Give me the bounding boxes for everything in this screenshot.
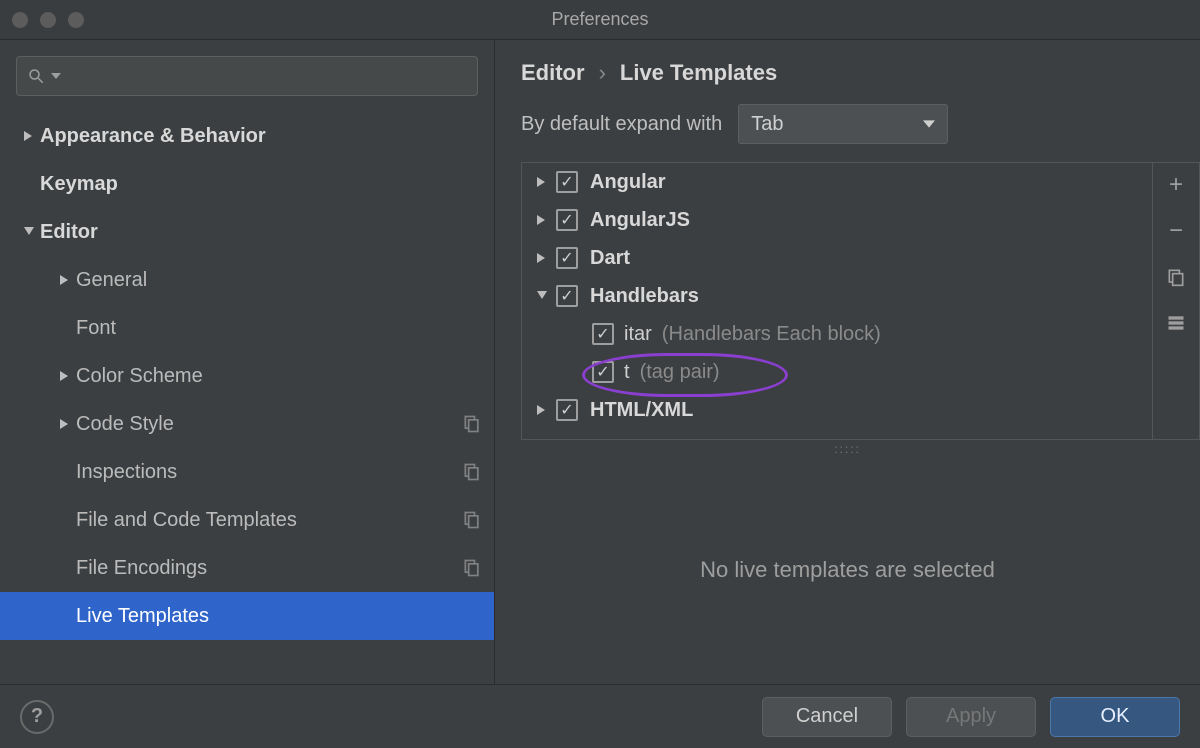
sidebar-item-editor[interactable]: Editor [0, 208, 494, 256]
chevron-right-icon [54, 419, 76, 429]
expand-with-value: Tab [751, 113, 783, 136]
window-controls [12, 12, 84, 28]
breadcrumb: Editor › Live Templates [495, 40, 1200, 96]
preferences-sidebar: Appearance & Behavior Keymap Editor General… [0, 40, 495, 684]
detail-empty-message: No live templates are selected [495, 456, 1200, 684]
sidebar-item-label: Live Templates [76, 605, 482, 628]
cancel-button[interactable]: Cancel [762, 697, 892, 737]
sidebar-item-label: Color Scheme [76, 365, 482, 388]
scheme-icon [462, 414, 482, 434]
search-icon [27, 67, 45, 85]
sidebar-item-label: Inspections [76, 461, 462, 484]
sidebar-item-label: General [76, 269, 482, 292]
search-field[interactable] [67, 66, 467, 87]
chevron-right-icon: › [599, 60, 606, 86]
sidebar-item-file-and-code-templates[interactable]: File and Code Templates [0, 496, 494, 544]
sidebar-item-label: File and Code Templates [76, 509, 462, 532]
chevron-right-icon [54, 275, 76, 285]
chevron-down-icon [18, 227, 40, 237]
template-item-itar[interactable]: ✓ itar (Handlebars Each block) [522, 315, 1152, 353]
chevron-right-icon [532, 253, 552, 263]
resize-grip-icon[interactable]: ::::: [495, 440, 1200, 456]
scheme-icon [462, 462, 482, 482]
template-group-html-xml[interactable]: ✓ HTML/XML [522, 391, 1152, 429]
template-desc: (Handlebars Each block) [662, 323, 881, 346]
sidebar-item-label: File Encodings [76, 557, 462, 580]
window-title: Preferences [0, 9, 1200, 30]
checkbox[interactable]: ✓ [556, 209, 578, 231]
sidebar-item-label: Editor [40, 221, 482, 244]
checkbox[interactable]: ✓ [556, 247, 578, 269]
template-groups-panel[interactable]: ✓ Angular ✓ AngularJS ✓ Dart ✓ Handlebars ✓ itar (… [521, 162, 1152, 440]
settings-tree: Appearance & Behavior Keymap Editor General… [0, 106, 494, 684]
add-button[interactable]: + [1162, 171, 1190, 199]
group-name: Dart [590, 247, 630, 270]
chevron-right-icon [54, 371, 76, 381]
title-bar: Preferences [0, 0, 1200, 40]
close-window-icon[interactable] [12, 12, 28, 28]
sidebar-item-font[interactable]: Font [0, 304, 494, 352]
breadcrumb-current: Live Templates [620, 60, 777, 86]
sidebar-item-label: Font [76, 317, 482, 340]
group-name: HTML/XML [590, 399, 693, 422]
settings-content: Editor › Live Templates By default expan… [495, 40, 1200, 684]
template-group-angularjs[interactable]: ✓ AngularJS [522, 201, 1152, 239]
search-input[interactable] [16, 56, 478, 96]
chevron-down-icon [532, 291, 552, 301]
sidebar-item-file-encodings[interactable]: File Encodings [0, 544, 494, 592]
template-abbr: itar [624, 323, 652, 346]
chevron-right-icon [532, 177, 552, 187]
sidebar-item-label: Appearance & Behavior [40, 125, 482, 148]
sidebar-item-color-scheme[interactable]: Color Scheme [0, 352, 494, 400]
template-abbr: t [624, 361, 630, 384]
template-desc: (tag pair) [640, 361, 720, 384]
checkbox[interactable]: ✓ [592, 323, 614, 345]
list-view-button[interactable] [1162, 309, 1190, 337]
chevron-right-icon [18, 131, 40, 141]
chevron-down-icon [923, 118, 935, 130]
sidebar-item-inspections[interactable]: Inspections [0, 448, 494, 496]
scheme-icon [462, 558, 482, 578]
sidebar-item-appearance-behavior[interactable]: Appearance & Behavior [0, 112, 494, 160]
panel-toolbar: + − [1152, 162, 1200, 440]
sidebar-item-live-templates[interactable]: Live Templates [0, 592, 494, 640]
checkbox[interactable]: ✓ [556, 285, 578, 307]
chevron-right-icon [532, 215, 552, 225]
sidebar-item-general[interactable]: General [0, 256, 494, 304]
apply-button[interactable]: Apply [906, 697, 1036, 737]
remove-button[interactable]: − [1162, 217, 1190, 245]
checkbox[interactable]: ✓ [592, 361, 614, 383]
chevron-right-icon [532, 405, 552, 415]
template-group-dart[interactable]: ✓ Dart [522, 239, 1152, 277]
expand-with-label: By default expand with [521, 113, 722, 136]
ok-button[interactable]: OK [1050, 697, 1180, 737]
breadcrumb-parent[interactable]: Editor [521, 60, 585, 86]
group-name: Handlebars [590, 285, 699, 308]
sidebar-item-label: Code Style [76, 413, 462, 436]
template-item-t[interactable]: ✓ t (tag pair) [522, 353, 1152, 391]
sidebar-item-label: Keymap [40, 173, 482, 196]
minimize-window-icon[interactable] [40, 12, 56, 28]
group-name: AngularJS [590, 209, 690, 232]
sidebar-item-code-style[interactable]: Code Style [0, 400, 494, 448]
sidebar-item-keymap[interactable]: Keymap [0, 160, 494, 208]
group-name: Angular [590, 171, 666, 194]
help-button[interactable]: ? [20, 700, 54, 734]
checkbox[interactable]: ✓ [556, 399, 578, 421]
copy-button[interactable] [1162, 263, 1190, 291]
expand-with-select[interactable]: Tab [738, 104, 948, 144]
chevron-down-icon [51, 71, 61, 81]
zoom-window-icon[interactable] [68, 12, 84, 28]
template-group-angular[interactable]: ✓ Angular [522, 163, 1152, 201]
template-group-handlebars[interactable]: ✓ Handlebars [522, 277, 1152, 315]
dialog-footer: ? Cancel Apply OK [0, 684, 1200, 748]
checkbox[interactable]: ✓ [556, 171, 578, 193]
scheme-icon [462, 510, 482, 530]
